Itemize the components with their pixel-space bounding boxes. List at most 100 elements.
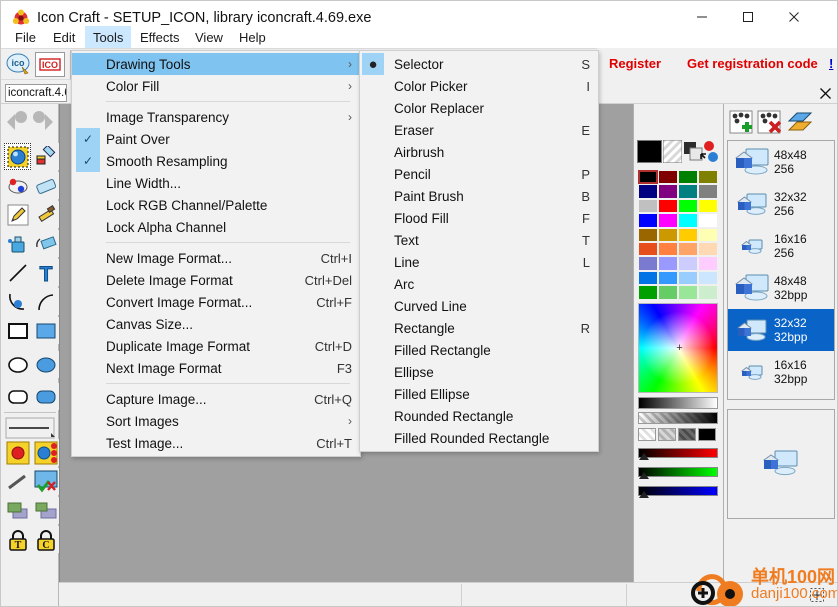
lock-alpha-icon[interactable]: C	[32, 526, 59, 553]
format-list-item[interactable]: 48x48 32bpp	[728, 267, 834, 309]
submenu-item-flood-fill[interactable]: Flood Fill F	[360, 207, 598, 229]
document-close-icon[interactable]	[815, 83, 835, 103]
paint-over-icon[interactable]	[4, 497, 31, 524]
menu-item-drawing-tools[interactable]: Drawing Tools ›	[72, 53, 360, 75]
menu-item-duplicate-image-format[interactable]: Duplicate Image Format Ctrl+D	[72, 335, 360, 357]
alpha-preset-2[interactable]	[678, 428, 696, 441]
nav-back-icon[interactable]	[14, 110, 28, 129]
color-swatch[interactable]	[658, 241, 678, 257]
color-swatch[interactable]	[678, 285, 698, 300]
color-swatch[interactable]	[658, 184, 678, 199]
rectangle-tool-icon[interactable]	[4, 317, 31, 344]
rounded-rectangle-tool-icon[interactable]	[4, 383, 31, 410]
text-tool-icon[interactable]: T	[32, 259, 59, 286]
submenu-item-color-replacer[interactable]: Color Replacer	[360, 97, 598, 119]
submenu-item-text[interactable]: Text T	[360, 229, 598, 251]
ico-format-icon[interactable]: ICO	[35, 52, 65, 77]
blue-channel-knob[interactable]	[639, 491, 649, 498]
color-swatch[interactable]	[658, 213, 678, 228]
menu-item-new-image-format[interactable]: New Image Format... Ctrl+I	[72, 247, 360, 269]
menu-file[interactable]: File	[7, 26, 44, 48]
color-swatch[interactable]	[638, 270, 658, 286]
format-list-item[interactable]: 32x32 256	[728, 183, 834, 225]
image-transparency-icon[interactable]	[4, 468, 31, 495]
submenu-item-paint-brush[interactable]: Paint Brush B	[360, 185, 598, 207]
submenu-item-selector[interactable]: ● Selector S	[360, 53, 598, 75]
register-link[interactable]: Register	[609, 56, 661, 71]
nav-next-icon[interactable]	[42, 112, 56, 137]
alpha-preset-1[interactable]	[658, 428, 676, 441]
color-swatch[interactable]	[638, 198, 658, 214]
color-swatch[interactable]	[698, 184, 718, 199]
menu-view[interactable]: View	[187, 26, 231, 48]
color-swatch[interactable]	[638, 256, 658, 271]
red-channel-knob[interactable]	[639, 453, 649, 460]
format-list-item[interactable]: 16x16 256	[728, 225, 834, 267]
color-swatch[interactable]	[678, 184, 698, 199]
green-channel-slider[interactable]	[638, 467, 718, 477]
menu-edit[interactable]: Edit	[45, 26, 83, 48]
submenu-item-curved-line[interactable]: Curved Line	[360, 295, 598, 317]
color-swatch[interactable]	[698, 241, 718, 257]
color-swatch[interactable]	[678, 256, 698, 271]
submenu-item-rectangle[interactable]: Rectangle R	[360, 317, 598, 339]
menu-item-capture-image[interactable]: Capture Image... Ctrl+Q	[72, 388, 360, 410]
drawing-tools-submenu[interactable]: ● Selector S Color Picker I Color Replac…	[359, 50, 599, 452]
smooth-resampling-icon[interactable]	[32, 497, 59, 524]
color-swatch[interactable]	[698, 270, 718, 286]
color-fill-solid-icon[interactable]	[4, 439, 31, 466]
color-swatch-grid[interactable]	[638, 170, 718, 300]
color-swatch[interactable]	[638, 241, 658, 257]
format-list-item[interactable]: 16x16 32bpp	[728, 351, 834, 393]
color-swatch[interactable]	[658, 227, 678, 242]
color-swatch[interactable]	[638, 213, 658, 228]
filled-rectangle-tool-icon[interactable]	[32, 317, 59, 344]
format-list-item[interactable]: 48x48 256	[728, 141, 834, 183]
color-picker-tool-icon[interactable]	[32, 143, 59, 170]
registration-exclaim[interactable]: !	[829, 56, 833, 71]
delete-image-format-icon[interactable]	[757, 110, 782, 139]
menu-effects[interactable]: Effects	[132, 26, 188, 48]
pencil-tool-icon[interactable]	[4, 201, 31, 228]
menu-item-test-image[interactable]: Test Image... Ctrl+T	[72, 432, 360, 454]
menu-item-delete-image-format[interactable]: Delete Image Format Ctrl+Del	[72, 269, 360, 291]
menu-item-lock-rgb-channel-palette[interactable]: Lock RGB Channel/Palette	[72, 194, 360, 216]
color-swatch[interactable]	[658, 170, 678, 185]
green-channel-knob[interactable]	[639, 472, 649, 479]
selector-tool-icon[interactable]	[4, 143, 31, 170]
submenu-item-color-picker[interactable]: Color Picker I	[360, 75, 598, 97]
document-tab[interactable]: iconcraft.4.69	[5, 84, 67, 102]
submenu-item-filled-ellipse[interactable]: Filled Ellipse	[360, 383, 598, 405]
menu-item-line-width[interactable]: Line Width...	[72, 172, 360, 194]
flood-fill-tool-icon[interactable]	[4, 230, 31, 257]
color-swatch[interactable]	[638, 227, 658, 242]
color-swatch[interactable]	[638, 285, 658, 300]
submenu-item-ellipse[interactable]: Ellipse	[360, 361, 598, 383]
submenu-item-pencil[interactable]: Pencil P	[360, 163, 598, 185]
add-image-format-icon[interactable]	[729, 110, 753, 139]
curved-line-tool-icon[interactable]	[32, 288, 59, 315]
color-swatch[interactable]	[658, 285, 678, 300]
eraser-tool-icon[interactable]	[32, 172, 59, 199]
grayscale-ramp[interactable]	[638, 397, 718, 409]
color-swatch[interactable]	[678, 170, 698, 185]
color-swatch[interactable]	[698, 213, 718, 228]
ellipse-tool-icon[interactable]	[4, 351, 31, 378]
submenu-item-airbrush[interactable]: Airbrush	[360, 141, 598, 163]
color-swatch[interactable]	[698, 227, 718, 242]
line-width-icon[interactable]	[4, 414, 56, 441]
convert-image-format-icon[interactable]	[787, 111, 813, 138]
red-channel-slider[interactable]	[638, 448, 718, 458]
submenu-item-arc[interactable]: Arc	[360, 273, 598, 295]
transparency-apply-icon[interactable]	[32, 468, 59, 495]
color-swatch[interactable]	[638, 170, 658, 185]
menu-help[interactable]: Help	[231, 26, 274, 48]
color-swatch[interactable]	[678, 213, 698, 228]
format-list-item-selected[interactable]: 32x32 32bpp	[728, 309, 834, 351]
color-swatch[interactable]	[698, 285, 718, 300]
menu-item-canvas-size[interactable]: Canvas Size...	[72, 313, 360, 335]
color-swatch[interactable]	[678, 227, 698, 242]
color-swatch[interactable]	[678, 270, 698, 286]
submenu-item-filled-rounded-rectangle[interactable]: Filled Rounded Rectangle	[360, 427, 598, 449]
tools-dropdown-menu[interactable]: Drawing Tools › Color Fill › Image Trans…	[71, 50, 361, 457]
